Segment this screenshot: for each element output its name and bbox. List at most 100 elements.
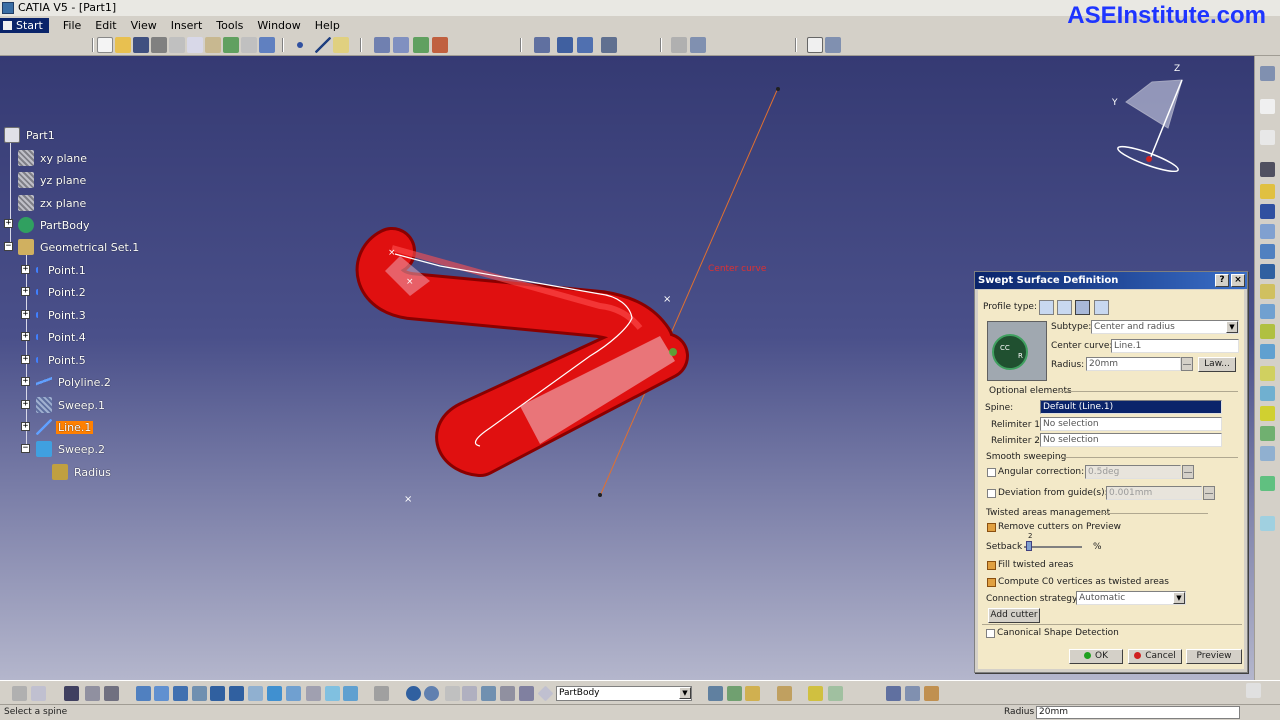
measure-icon[interactable] (807, 37, 823, 53)
canonical-shape-checkbox[interactable] (986, 629, 995, 638)
paste-icon[interactable] (205, 37, 221, 53)
trim-icon[interactable] (1260, 304, 1275, 319)
constraint-icon[interactable] (445, 686, 460, 701)
swap-visible-icon[interactable] (325, 686, 340, 701)
plane-icon[interactable] (333, 37, 349, 53)
chevron-down-icon[interactable]: ▼ (1226, 321, 1238, 333)
offset-icon[interactable] (413, 37, 429, 53)
intersection-icon[interactable] (393, 37, 409, 53)
tree-node-sweep2[interactable]: Sweep.2 (36, 440, 107, 458)
join-icon[interactable] (1260, 324, 1275, 339)
affinity-icon[interactable] (1260, 446, 1275, 461)
center-curve-field[interactable]: Line.1 (1111, 339, 1239, 353)
dimension-icon[interactable] (462, 686, 477, 701)
tree-node-sweep1[interactable]: Sweep.1 (36, 396, 107, 414)
cut-icon[interactable] (169, 37, 185, 53)
undo-history-icon[interactable] (406, 686, 421, 701)
snap-icon[interactable] (601, 37, 617, 53)
analysis-tool-icon[interactable] (828, 686, 843, 701)
center-curve-line[interactable] (599, 87, 779, 497)
scaling-icon[interactable] (1260, 426, 1275, 441)
profile-line-icon[interactable] (1057, 300, 1072, 315)
tree-node-point2[interactable]: Point.2 (36, 283, 88, 301)
swept-tube-surface[interactable] (355, 227, 689, 477)
angular-correction-checkbox[interactable] (987, 468, 996, 477)
connection-strategy-combo[interactable]: Automatic ▼ (1076, 591, 1186, 605)
expand-toggle[interactable]: + (21, 265, 30, 274)
relimiter1-field[interactable]: No selection (1040, 417, 1222, 431)
radius-field[interactable]: 20mm (1086, 357, 1181, 371)
help-button[interactable]: ? (1215, 274, 1229, 287)
law-icon[interactable] (1260, 516, 1275, 531)
extrapolate-icon[interactable] (1260, 476, 1275, 491)
fit-all-icon[interactable] (154, 686, 169, 701)
relimiter2-field[interactable]: No selection (1040, 433, 1222, 447)
menu-file[interactable]: File (63, 19, 81, 32)
tree-node-yz-plane[interactable]: yz plane (18, 171, 88, 189)
shading-icon[interactable] (286, 686, 301, 701)
tree-node-partbody[interactable]: PartBody (18, 216, 91, 234)
revolve-icon[interactable] (1260, 184, 1275, 199)
menu-view[interactable]: View (131, 19, 157, 32)
body-icon[interactable] (690, 37, 706, 53)
instantiate-icon[interactable] (481, 686, 496, 701)
open-folder-icon[interactable] (115, 37, 131, 53)
list-icon[interactable] (519, 686, 534, 701)
grid-icon[interactable] (577, 37, 593, 53)
expand-toggle[interactable]: + (21, 377, 30, 386)
parameter-icon[interactable] (500, 686, 515, 701)
spine-field[interactable]: Default (Line.1) (1040, 400, 1222, 414)
body-selector-combo[interactable]: PartBody ▼ (556, 686, 692, 701)
add-cutter-button[interactable]: Add cutter (988, 608, 1040, 623)
geometrical-set-icon[interactable] (727, 686, 742, 701)
extrude-icon[interactable] (432, 37, 448, 53)
symmetry-icon[interactable] (1260, 406, 1275, 421)
menu-window[interactable]: Window (257, 19, 300, 32)
iso-view-icon[interactable] (267, 686, 282, 701)
analysis-icon[interactable] (825, 37, 841, 53)
tools-icon[interactable] (1260, 66, 1275, 81)
tree-node-polyline2[interactable]: Polyline.2 (36, 373, 113, 391)
menu-tools[interactable]: Tools (216, 19, 243, 32)
copy-icon[interactable] (187, 37, 203, 53)
menu-insert[interactable]: Insert (171, 19, 203, 32)
formula-icon[interactable] (12, 686, 27, 701)
status-param-field[interactable]: 20mm (1036, 706, 1240, 719)
zoom-in-icon[interactable] (210, 686, 225, 701)
knowledge-icon[interactable] (85, 686, 100, 701)
select-arrow-icon[interactable] (1260, 99, 1275, 114)
compass-widget[interactable]: Z Y (1110, 62, 1190, 173)
collapse-toggle[interactable]: − (4, 242, 13, 251)
tree-node-point5[interactable]: Point.5 (36, 351, 88, 369)
cancel-button[interactable]: Cancel (1128, 649, 1182, 664)
table-icon[interactable] (64, 686, 79, 701)
hybrid-design-icon[interactable] (671, 37, 687, 53)
deviation-field[interactable]: 0.001mm (1106, 486, 1202, 500)
catalog-browser-icon[interactable] (777, 686, 792, 701)
setback-slider-thumb[interactable] (1026, 541, 1032, 551)
deviation-checkbox[interactable] (987, 489, 996, 498)
measure-item-icon[interactable] (905, 686, 920, 701)
loft-icon[interactable] (1260, 244, 1275, 259)
angular-spinner[interactable] (1182, 465, 1194, 479)
expand-toggle[interactable]: + (21, 355, 30, 364)
tree-node-point1[interactable]: Point.1 (36, 261, 88, 279)
update-icon[interactable] (374, 686, 389, 701)
menu-start[interactable]: Start (0, 17, 49, 33)
ok-button[interactable]: OK (1069, 649, 1123, 664)
chevron-down-icon[interactable]: ▼ (679, 687, 691, 699)
edges-icon[interactable] (343, 686, 358, 701)
profile-circle-icon[interactable] (1075, 300, 1090, 315)
expand-toggle[interactable]: + (21, 332, 30, 341)
sweep-tool-icon[interactable] (1260, 204, 1275, 219)
expand-toggle[interactable]: + (21, 310, 30, 319)
hide-show-icon[interactable] (306, 686, 321, 701)
deviation-spinner[interactable] (1203, 486, 1215, 500)
point-icon[interactable] (297, 42, 303, 48)
fill-twisted-checkbox[interactable] (987, 561, 996, 570)
zoom-out-icon[interactable] (229, 686, 244, 701)
catalog-icon[interactable] (104, 686, 119, 701)
profile-conic-icon[interactable] (1094, 300, 1109, 315)
preview-button[interactable]: Preview (1186, 649, 1242, 664)
sketch-icon[interactable] (1260, 130, 1275, 145)
